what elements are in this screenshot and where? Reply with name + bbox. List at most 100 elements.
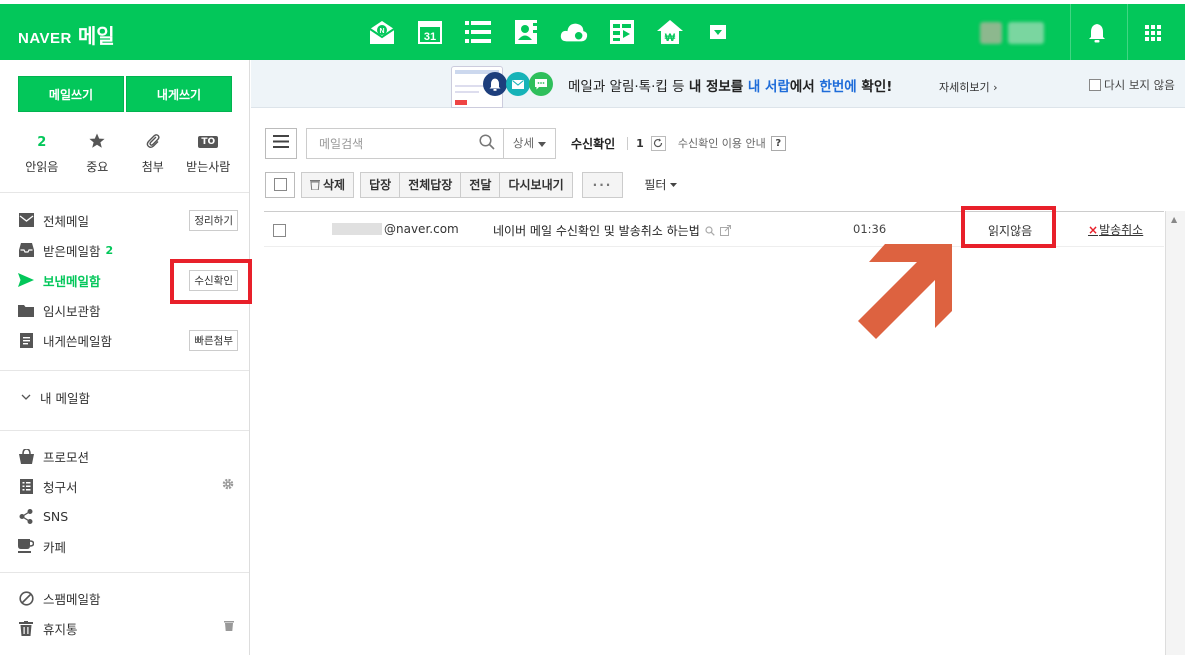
select-all-checkbox[interactable] [265, 171, 295, 198]
banner-text-highlight: 내 서랍 [747, 79, 790, 95]
banner-text-bold: 에서 [789, 79, 820, 95]
my-folders-toggle[interactable]: 내 메일함 [18, 386, 238, 408]
sidebar-item-trash[interactable]: 휴지통 [18, 617, 238, 639]
open-new-window-icon[interactable] [719, 225, 731, 236]
star-icon [89, 133, 105, 152]
filter-label: 필터 [644, 178, 667, 192]
banner-dismiss-checkbox[interactable] [1089, 79, 1101, 91]
filter-dropdown[interactable]: 필터 [644, 176, 678, 193]
organize-button[interactable]: 정리하기 [189, 210, 238, 231]
search-detail-label: 상세 [512, 136, 535, 150]
cloud-app-icon[interactable] [560, 18, 588, 46]
quick-attachment[interactable]: 첨부 [125, 132, 181, 175]
quick-recipient-label: 받는사람 [186, 160, 231, 174]
mail-search-input[interactable]: 메일검색 [306, 127, 504, 159]
write-mail-button[interactable]: 메일쓰기 [18, 76, 124, 112]
sidebar-item-all-mail[interactable]: 전체메일 정리하기 [18, 209, 238, 231]
quick-filters: 2 안읽음 중요 첨부 TO 받는사람 [14, 132, 236, 175]
banner-text-bold: 내 정보를 [688, 79, 748, 95]
todo-app-icon[interactable] [464, 18, 492, 46]
all-mail-icon [18, 212, 34, 228]
sidebar-item-label: 보낸메일함 [43, 273, 101, 289]
mail-subject[interactable]: 네이버 메일 수신확인 및 발송취소 하는법 [493, 222, 731, 239]
read-receipt-guide-link[interactable]: 수신확인 이용 안내 [678, 135, 766, 151]
coffee-cup-icon [18, 538, 34, 554]
calendar-app-icon[interactable]: 31 [416, 18, 444, 46]
quick-recipient[interactable]: TO 받는사람 [181, 132, 237, 175]
sidebar-item-sns[interactable]: SNS [18, 505, 238, 527]
more-apps-dropdown-icon[interactable] [704, 18, 732, 46]
write-to-self-button[interactable]: 내게쓰기 [126, 76, 232, 112]
unread-count: 2 [37, 134, 47, 150]
trash-icon [18, 620, 34, 636]
shopping-bag-icon [18, 448, 34, 464]
bell-icon[interactable] [1086, 22, 1108, 44]
sidebar-item-label: 휴지통 [43, 621, 78, 637]
refresh-icon[interactable] [650, 135, 666, 151]
help-button[interactable]: ? [770, 135, 786, 151]
sidebar-item-self-sent[interactable]: 내게쓴메일함 빠른첨부 [18, 329, 238, 351]
search-detail-dropdown[interactable]: 상세 [504, 127, 556, 159]
mail-select-checkbox[interactable] [273, 224, 286, 237]
contacts-app-icon[interactable] [512, 18, 540, 46]
top-bar: NAVER 메일 N 31 ₩ [0, 0, 1185, 60]
sidebar-item-inbox[interactable]: 받은메일함 2 [18, 239, 238, 261]
mail-subject-text: 네이버 메일 수신확인 및 발송취소 하는법 [493, 224, 700, 238]
action-toolbar: 삭제 답장 전체답장 전달 다시보내기 ··· 필터 [265, 171, 678, 198]
close-icon: × [1088, 223, 1099, 237]
hamburger-menu-button[interactable] [265, 127, 297, 159]
header-divider [1127, 4, 1128, 60]
banner-text: 메일과 알림·톡·킵 등 [568, 79, 689, 95]
more-actions-button[interactable]: ··· [581, 171, 624, 198]
search-toolbar: 메일검색 상세 수신확인 1 수신확인 이용 안내 ? [265, 127, 786, 159]
list-scrollbar[interactable]: ▲ [1165, 211, 1185, 655]
inbox-unread-count: 2 [105, 243, 114, 257]
promo-banner: 메일과 알림·톡·킵 등 내 정보를 내 서랍에서 한번에 확인! 자세히보기 … [251, 60, 1185, 108]
sidebar-item-label: 내게쓴메일함 [43, 333, 113, 349]
sidebar-item-label: SNS [43, 508, 69, 524]
sidebar-item-bills[interactable]: 청구서 [18, 475, 238, 497]
mail-app-icon[interactable]: N [368, 18, 396, 46]
household-app-icon[interactable]: ₩ [656, 18, 684, 46]
hamburger-icon [273, 135, 289, 151]
resend-button[interactable]: 다시보내기 [499, 171, 573, 198]
forward-button[interactable]: 전달 [460, 171, 501, 198]
reply-all-button[interactable]: 전체답장 [399, 171, 462, 198]
delete-button[interactable]: 삭제 [301, 171, 355, 198]
sidebar-item-cafe[interactable]: 카페 [18, 535, 238, 557]
sender-domain: @naver.com [384, 222, 459, 236]
sidebar-receipt-highlight [170, 259, 252, 304]
mail-sender[interactable]: @naver.com [332, 222, 459, 236]
empty-trash-icon[interactable] [224, 620, 234, 634]
sidebar-item-label: 받은메일함 [43, 243, 101, 259]
banner-text-bold: 확인! [856, 79, 893, 95]
checkbox[interactable] [273, 178, 287, 191]
banner-message[interactable]: 메일과 알림·톡·킵 등 내 정보를 내 서랍에서 한번에 확인! [568, 75, 892, 95]
preview-search-icon[interactable] [705, 225, 715, 236]
sidebar-item-promotion[interactable]: 프로모션 [18, 445, 238, 467]
banner-dismiss[interactable]: 다시 보지 않음 [1089, 77, 1175, 93]
search-icon[interactable] [479, 133, 495, 153]
quick-unread[interactable]: 2 안읽음 [14, 132, 70, 175]
banner-detail-link[interactable]: 자세히보기 › [939, 79, 998, 95]
mail-bubble-icon [506, 72, 530, 96]
search-placeholder: 메일검색 [319, 136, 364, 151]
header-divider [1070, 4, 1071, 60]
reply-button[interactable]: 답장 [360, 171, 401, 198]
sidebar-item-label: 카페 [43, 539, 67, 555]
memo-app-icon[interactable] [608, 18, 636, 46]
inbox-icon [18, 242, 34, 258]
scroll-up-icon[interactable]: ▲ [1171, 215, 1177, 224]
avatar [980, 22, 1002, 44]
cancel-send-link[interactable]: ×발송취소 [1088, 221, 1143, 238]
read-status-highlight [961, 206, 1056, 248]
naver-mail-logo[interactable]: NAVER 메일 [18, 20, 115, 49]
sidebar-item-spam[interactable]: 스팸메일함 [18, 587, 238, 609]
user-profile[interactable] [980, 22, 1044, 44]
user-name-masked [1008, 22, 1044, 44]
quick-important[interactable]: 중요 [70, 132, 126, 175]
quick-attach-button[interactable]: 빠른첨부 [189, 330, 238, 351]
gear-icon[interactable] [222, 478, 234, 493]
folder-icon [18, 302, 34, 318]
grid-menu-icon[interactable] [1142, 22, 1164, 44]
